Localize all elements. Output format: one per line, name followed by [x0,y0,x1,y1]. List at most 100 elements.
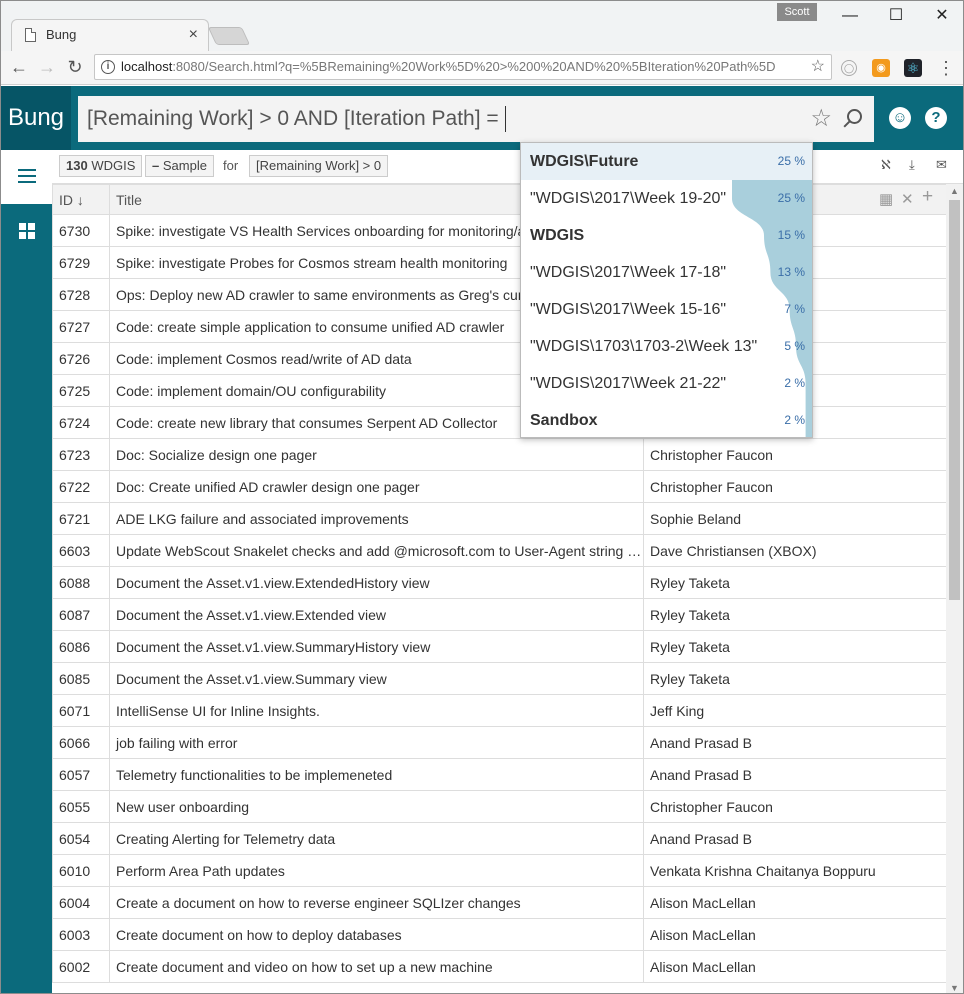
scroll-up-arrow[interactable]: ▲ [950,186,959,196]
suggestion-label: WDGIS [530,227,585,244]
result-count-chip[interactable]: 130 WDGIS [59,155,143,177]
id-cell: 6003 [52,918,110,951]
owner-cell: Christopher Faucon [643,470,946,503]
suggestion-percent: 2 % [784,413,805,427]
remove-column-icon[interactable]: ✕ [901,190,914,208]
help-icon[interactable]: ? [925,107,947,129]
id-cell: 6071 [52,694,110,727]
save-query-star-icon[interactable]: ☆ [810,96,832,142]
menu-dots-icon[interactable]: ⋮ [937,59,955,77]
table-row[interactable]: 6004 Create a document on how to reverse … [52,886,946,919]
owner-cell: Sophie Beland [643,502,946,535]
left-rail [1,150,52,993]
result-count: 130 [66,158,88,173]
table-row[interactable]: 6066 job failing with error Anand Prasad B [52,726,946,759]
suggestion-item[interactable]: "WDGIS\2017\Week 15-16" 7 % [521,291,812,328]
query-input[interactable]: [Remaining Work] > 0 AND [Iteration Path… [78,96,874,142]
table-row[interactable]: 6057 Telemetry functionalities to be impl… [52,758,946,791]
close-window-button[interactable]: ✕ [919,3,963,29]
table-row[interactable]: 6003 Create document on how to deploy dat… [52,918,946,951]
filter-chip[interactable]: [Remaining Work] > 0 [249,155,389,177]
result-source: WDGIS [91,158,136,173]
owner-cell: Ryley Taketa [643,630,946,663]
search-icon[interactable] [847,109,862,124]
minus-icon: – [152,158,160,173]
title-cell: job failing with error [109,726,644,759]
extension-circle-icon[interactable]: ◯ [841,60,857,76]
table-row[interactable]: 6088 Document the Asset.v1.view.ExtendedH… [52,566,946,599]
vertical-scrollbar[interactable]: ▲ ▼ [946,184,963,993]
back-arrow-icon[interactable]: ← [7,55,31,79]
table-row[interactable]: 6721 ADE LKG failure and associated impro… [52,502,946,535]
reload-icon[interactable]: ↻ [63,55,87,79]
owner-cell: Alison MacLellan [643,950,946,983]
maximize-button[interactable]: ☐ [873,3,919,29]
new-tab-button[interactable] [207,27,251,45]
table-row[interactable]: 6002 Create document and video on how to … [52,950,946,983]
title-cell: Perform Area Path updates [109,854,644,887]
title-cell: New user onboarding [109,790,644,823]
app-brand[interactable]: Bung [1,86,71,150]
owner-cell: Ryley Taketa [643,662,946,695]
grid-view-icon[interactable] [19,223,36,240]
results-summary: 130 WDGIS – Sample for [Remaining Work] … [52,150,963,184]
app-header: Bung [Remaining Work] > 0 AND [Iteration… [1,86,963,150]
suggestion-percent: 13 % [777,265,805,279]
table-row[interactable]: 6603 Update WebScout Snakelet checks and … [52,534,946,567]
email-icon[interactable]: ✉ [936,157,947,173]
browser-toolbar: ← → ↻ i localhost:8080/Search.html?q=%5B… [1,51,963,85]
id-column-header[interactable]: ID ↓ [52,184,110,215]
id-cell: 6066 [52,726,110,759]
suggestion-item[interactable]: "WDGIS\1703\1703-2\Week 13" 5 % [521,328,812,365]
close-tab-icon[interactable]: × [189,20,198,50]
title-cell: ADE LKG failure and associated improveme… [109,502,644,535]
suggestion-item[interactable]: "WDGIS\2017\Week 19-20" 25 % [521,180,812,217]
suggestion-item[interactable]: WDGIS\Future 25 % [521,143,812,180]
suggestion-item[interactable]: WDGIS 15 % [521,217,812,254]
bookmark-star-icon[interactable]: ☆ [806,55,825,79]
react-devtools-icon[interactable]: ⚛ [904,59,922,77]
suggestion-label: "WDGIS\2017\Week 17-18" [530,264,727,281]
owner-cell: Dave Christiansen (XBOX) [643,534,946,567]
suggestion-label: "WDGIS\2017\Week 21-22" [530,375,727,392]
id-cell: 6728 [52,278,110,311]
download-icon[interactable]: ⤓ [909,157,915,173]
table-row[interactable]: 6722 Doc: Create unified AD crawler desig… [52,470,946,503]
address-bar[interactable]: i localhost:8080/Search.html?q=%5BRemain… [94,54,832,80]
table-row[interactable]: 6085 Document the Asset.v1.view.Summary v… [52,662,946,695]
suggestion-item[interactable]: "WDGIS\2017\Week 21-22" 2 % [521,365,812,402]
owner-cell: Ryley Taketa [643,566,946,599]
table-row[interactable]: 6723 Doc: Socialize design one pager Chris… [52,438,946,471]
forward-arrow-icon[interactable]: → [35,55,59,79]
table-row[interactable]: 6010 Perform Area Path updates Venkata Kri… [52,854,946,887]
suggestion-item[interactable]: Sandbox 2 % [521,402,812,437]
id-cell: 6727 [52,310,110,343]
scroll-down-arrow[interactable]: ▼ [950,983,959,993]
id-cell: 6723 [52,438,110,471]
feedback-smiley-icon[interactable]: ☺ [889,107,911,129]
suggestion-item[interactable]: "WDGIS\2017\Week 17-18" 13 % [521,254,812,291]
add-column-icon[interactable]: + [922,186,933,208]
table-row[interactable]: 6087 Document the Asset.v1.view.Extended … [52,598,946,631]
rss-icon[interactable]: ℵ [881,157,891,173]
rss-extension-icon[interactable]: ◉ [872,59,890,77]
title-cell: Document the Asset.v1.view.SummaryHistor… [109,630,644,663]
scroll-thumb[interactable] [949,200,960,600]
url-host: localhost [121,59,173,74]
table-row[interactable]: 6054 Creating Alerting for Telemetry data… [52,822,946,855]
suggestion-label: WDGIS\Future [530,153,639,170]
table-row[interactable]: 6086 Document the Asset.v1.view.SummaryHi… [52,630,946,663]
list-view-tab[interactable] [1,150,52,204]
sample-toggle[interactable]: – Sample [145,155,214,177]
table-row[interactable]: 6071 IntelliSense UI for Inline Insights.… [52,694,946,727]
column-grid-icon[interactable]: ▦ [879,190,893,208]
minimize-button[interactable]: — [827,3,873,29]
browser-tab[interactable]: Bung × [11,19,209,51]
info-icon[interactable]: i [101,60,115,74]
id-cell: 6725 [52,374,110,407]
sample-label: Sample [162,158,207,173]
profile-badge[interactable]: Scott [777,3,817,21]
id-cell: 6729 [52,246,110,279]
owner-cell: Christopher Faucon [643,438,946,471]
table-row[interactable]: 6055 New user onboarding Christopher Fauco… [52,790,946,823]
